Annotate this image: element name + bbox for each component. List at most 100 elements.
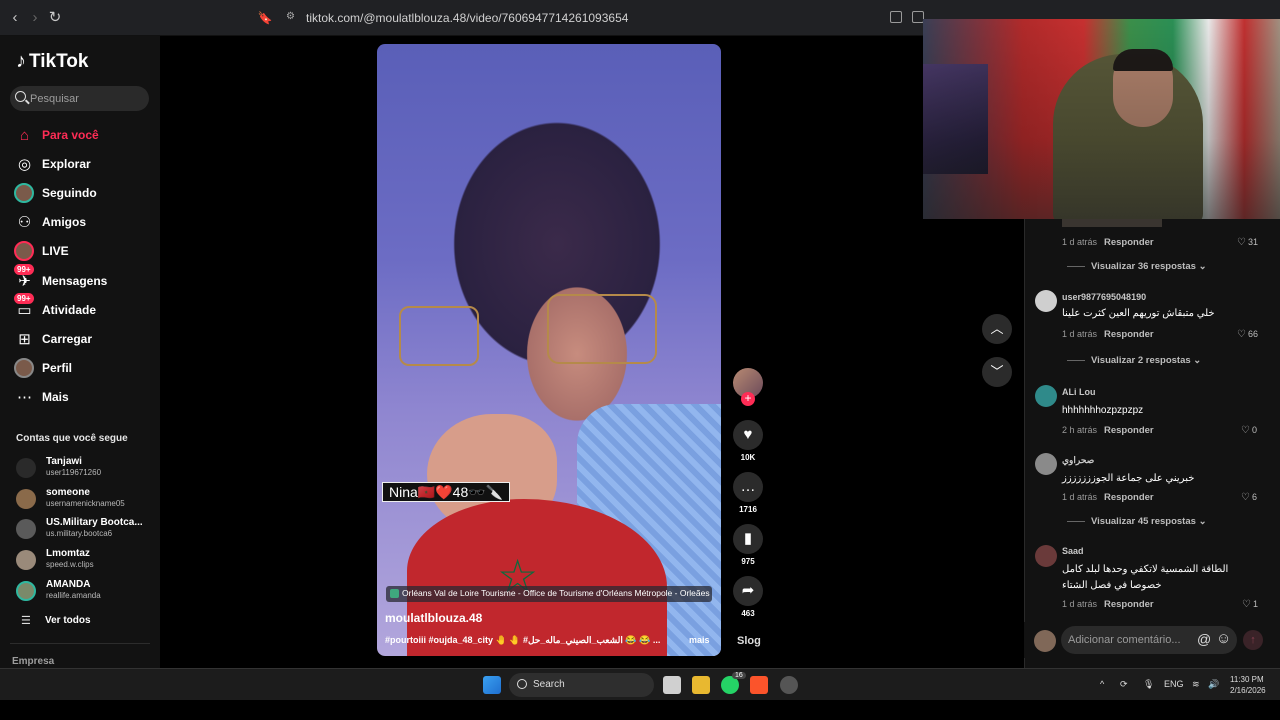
nav-item-live[interactable]: LIVE bbox=[12, 240, 152, 264]
search-box[interactable] bbox=[10, 86, 149, 111]
followed-account[interactable]: Lmomtaz speed.w.clips bbox=[16, 548, 156, 574]
file-explorer-icon[interactable] bbox=[692, 676, 710, 694]
nav-item-para-voce[interactable]: ⌂ Para você bbox=[12, 124, 152, 148]
clock-time[interactable]: 11:30 PM bbox=[1230, 675, 1264, 684]
extension-icon[interactable] bbox=[890, 11, 902, 23]
brave-browser-icon[interactable] bbox=[750, 676, 768, 694]
nav-item-atividade[interactable]: ▭ 99+ Atividade bbox=[12, 293, 152, 323]
divider bbox=[1067, 265, 1085, 267]
comment-like[interactable]: ♡ 0 bbox=[1241, 425, 1257, 436]
see-all-link[interactable]: ☰ Ver todos bbox=[16, 614, 156, 630]
follow-plus-icon[interactable]: + bbox=[741, 392, 755, 406]
reply-button[interactable]: Responder bbox=[1104, 425, 1154, 436]
nav-label: Mensagens bbox=[42, 274, 108, 288]
search-input[interactable] bbox=[30, 90, 140, 107]
share-arrow-icon[interactable]: ➦ bbox=[733, 576, 763, 606]
app-icon[interactable] bbox=[780, 676, 798, 694]
like-count: 10K bbox=[740, 453, 756, 462]
avatar[interactable] bbox=[1035, 385, 1057, 407]
heart-icon[interactable]: ♥ bbox=[733, 420, 763, 450]
wifi-icon[interactable]: ≋ bbox=[1192, 679, 1200, 690]
microphone-icon[interactable]: 🎙 bbox=[1143, 679, 1154, 690]
comment-username[interactable]: ALi Lou bbox=[1062, 387, 1096, 397]
nav-item-mais[interactable]: ⋯ Mais bbox=[12, 386, 152, 410]
reply-button[interactable]: Responder bbox=[1104, 599, 1154, 610]
view-replies-button[interactable]: Visualizar 45 respostas ⌄ bbox=[1067, 516, 1207, 527]
address-bar[interactable]: ⚙ tiktok.com/@moulatlblouza.48/video/760… bbox=[276, 7, 916, 29]
bookmark-icon[interactable]: ▮ bbox=[733, 524, 763, 554]
caption-more-button[interactable]: mais bbox=[689, 635, 710, 645]
comment-username[interactable]: user9877695048190 bbox=[1062, 292, 1146, 302]
avatar[interactable] bbox=[1035, 545, 1057, 567]
footer-company-link[interactable]: Empresa bbox=[12, 656, 54, 667]
share-action[interactable]: ➦ 463 bbox=[733, 576, 763, 618]
webcam-shading bbox=[923, 19, 1280, 219]
windows-start-icon[interactable] bbox=[483, 676, 501, 694]
comment-count: 1716 bbox=[739, 505, 757, 514]
reply-button[interactable]: Responder bbox=[1104, 329, 1154, 340]
volume-icon[interactable]: 🔊 bbox=[1208, 679, 1219, 690]
video-player[interactable]: ☆ Nina🇲🇦❤️48🕶️🔪 Orléans Val de Loire Tou… bbox=[377, 44, 721, 656]
view-replies-button[interactable]: Visualizar 2 respostas ⌄ bbox=[1067, 355, 1201, 366]
task-view-icon[interactable] bbox=[663, 676, 681, 694]
comment-like[interactable]: ♡ 31 bbox=[1237, 237, 1258, 248]
reply-button[interactable]: Responder bbox=[1104, 492, 1154, 503]
comment-box[interactable]: @ ☺ bbox=[1061, 626, 1237, 654]
comment-like[interactable]: ♡ 1 bbox=[1242, 599, 1258, 610]
nav-label: Amigos bbox=[42, 215, 87, 229]
language-indicator[interactable]: ENG bbox=[1164, 679, 1184, 689]
comment-like[interactable]: ♡ 6 bbox=[1241, 492, 1257, 503]
post-comment-button[interactable]: ↑ bbox=[1243, 630, 1263, 650]
followed-account[interactable]: AMANDA reallife.amanda bbox=[16, 579, 156, 605]
followed-account[interactable]: Tanjawi user119671260 bbox=[16, 456, 156, 482]
chevron-down-icon: ⌄ bbox=[1198, 516, 1207, 527]
avatar[interactable] bbox=[1035, 290, 1057, 312]
site-info-icon[interactable]: ⚙ bbox=[286, 11, 295, 22]
followed-account[interactable]: US.Military Bootca... us.military.bootca… bbox=[16, 517, 156, 543]
heart-outline-icon: ♡ bbox=[1242, 599, 1251, 610]
nav-item-carregar[interactable]: ⊞ Carregar bbox=[12, 328, 152, 352]
previous-video-button[interactable]: ︿ bbox=[982, 314, 1012, 344]
reply-button[interactable]: Responder bbox=[1104, 237, 1154, 248]
comment-username[interactable]: Saad bbox=[1062, 546, 1084, 556]
chevron-up-icon[interactable]: ^ bbox=[1100, 679, 1104, 689]
nav-item-explorar[interactable]: ◎ Explorar bbox=[12, 153, 152, 177]
view-replies-label: Visualizar 45 respostas bbox=[1091, 516, 1196, 527]
comment-action[interactable]: … 1716 bbox=[733, 472, 763, 514]
home-icon: ⌂ bbox=[19, 127, 30, 144]
comment-like[interactable]: ♡ 66 bbox=[1237, 329, 1258, 340]
tiktok-logo[interactable]: ♪ TikTok bbox=[16, 50, 88, 73]
comment-username[interactable]: صحراوي bbox=[1062, 455, 1094, 466]
nav-item-amigos[interactable]: ⚇ Amigos bbox=[12, 211, 152, 235]
avatar bbox=[16, 550, 36, 570]
comment-bubble-icon[interactable]: … bbox=[733, 472, 763, 502]
taskbar-search[interactable]: Search bbox=[509, 673, 654, 697]
back-icon[interactable]: ‹ bbox=[6, 9, 24, 27]
reload-icon[interactable]: ↻ bbox=[46, 9, 64, 27]
video-author-username[interactable]: moulatlblouza.48 bbox=[385, 611, 482, 625]
slog-label[interactable]: Slog bbox=[737, 635, 761, 647]
nav-label: Para você bbox=[42, 128, 99, 142]
location-tag[interactable]: Orléans Val de Loire Tourisme - Office d… bbox=[386, 586, 712, 602]
nav-item-mensagens[interactable]: ✈ 99+ Mensagens bbox=[12, 264, 152, 294]
following-section-title: Contas que você segue bbox=[16, 433, 128, 444]
view-replies-button[interactable]: Visualizar 36 respostas ⌄ bbox=[1067, 261, 1207, 272]
followed-account[interactable]: someone usernamenickname05 bbox=[16, 487, 156, 513]
comment-input[interactable] bbox=[1068, 632, 1193, 648]
account-username: speed.w.clips bbox=[46, 560, 94, 569]
nav-item-seguindo[interactable]: Seguindo bbox=[12, 182, 152, 206]
emoji-icon[interactable]: ☺ bbox=[1216, 630, 1231, 647]
next-video-button[interactable]: ﹀ bbox=[982, 357, 1012, 387]
sync-icon[interactable]: ⟳ bbox=[1120, 679, 1128, 690]
forward-icon[interactable]: › bbox=[26, 9, 44, 27]
avatar[interactable] bbox=[1035, 453, 1057, 475]
clock-date[interactable]: 2/16/2026 bbox=[1230, 686, 1266, 695]
bookmark-icon[interactable]: 🔖 bbox=[256, 9, 274, 27]
like-count: 66 bbox=[1247, 329, 1258, 339]
save-action[interactable]: ▮ 975 bbox=[733, 524, 763, 566]
nav-label: Mais bbox=[42, 390, 69, 404]
search-icon bbox=[517, 679, 527, 689]
mention-icon[interactable]: @ bbox=[1197, 631, 1211, 647]
like-action[interactable]: ♥ 10K bbox=[733, 420, 763, 462]
nav-item-perfil[interactable]: Perfil bbox=[12, 357, 152, 381]
